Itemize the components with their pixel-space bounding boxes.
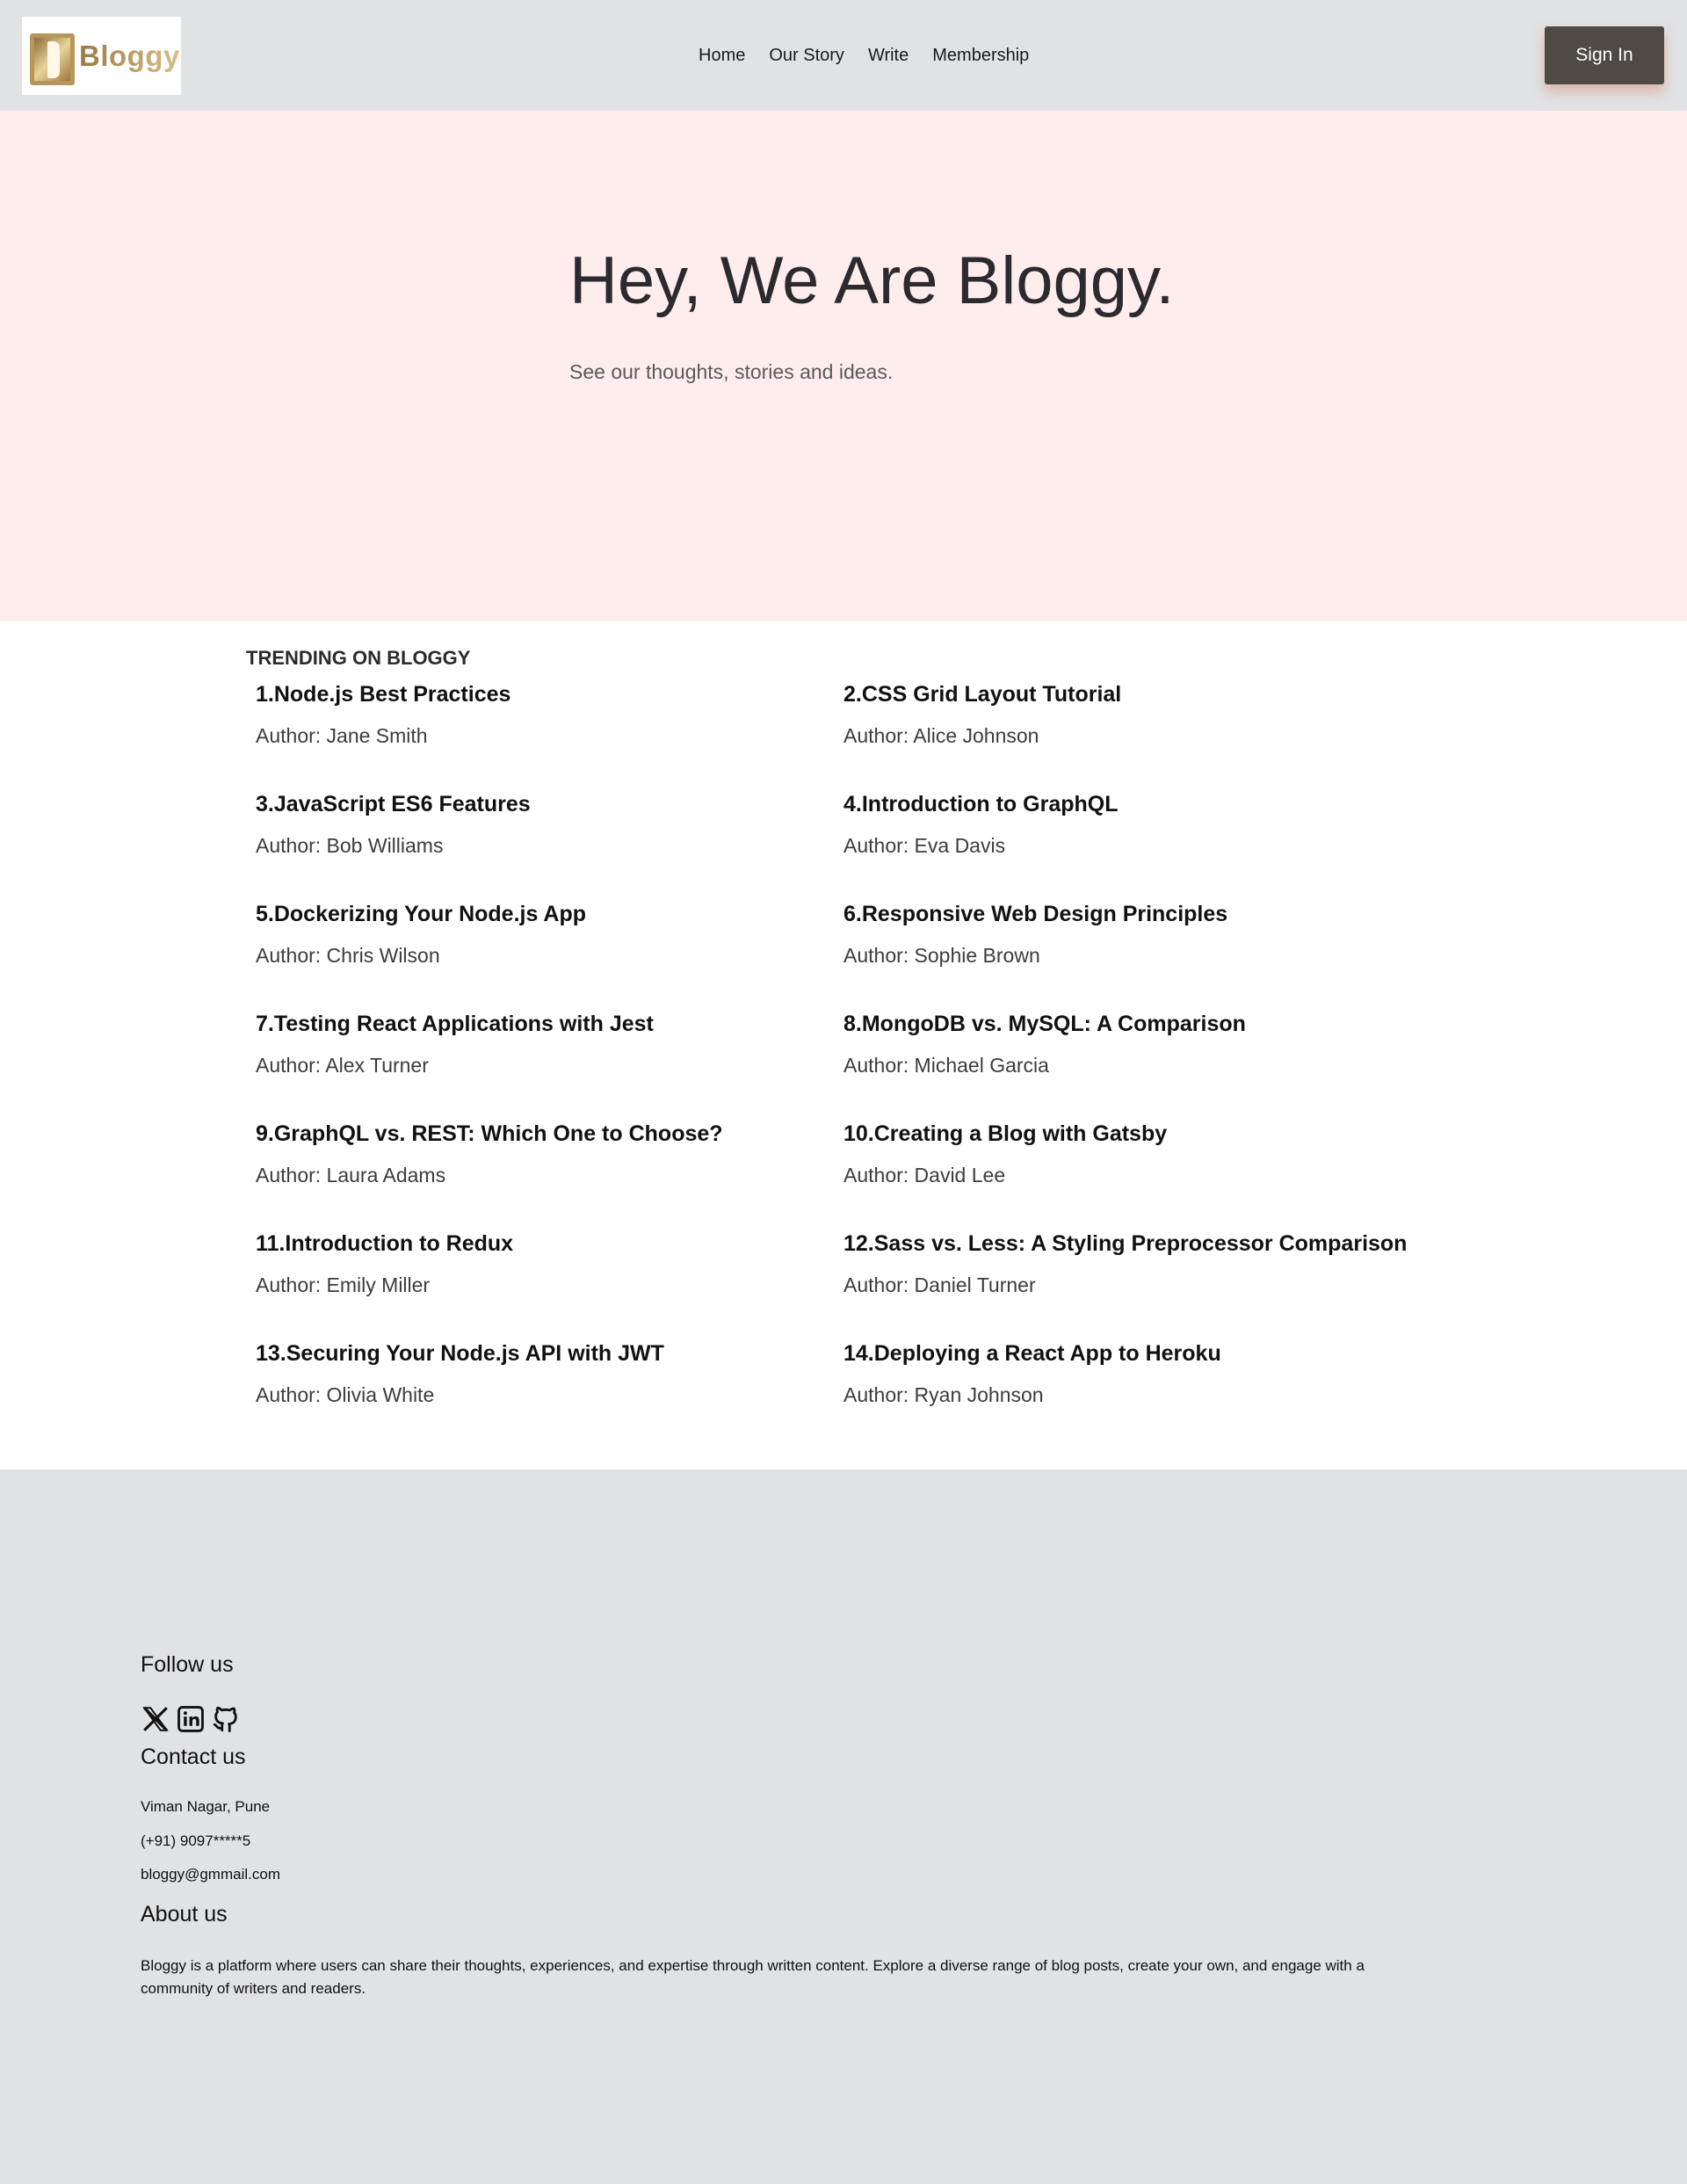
post-title[interactable]: 5.Dockerizing Your Node.js App (256, 902, 818, 927)
social-links (141, 1704, 241, 1734)
post-title[interactable]: 9.GraphQL vs. REST: Which One to Choose? (256, 1121, 818, 1147)
post-item[interactable]: 1.Node.js Best Practices Author: Jane Smi… (256, 682, 818, 747)
x-icon[interactable] (141, 1704, 170, 1734)
post-item[interactable]: 3.JavaScript ES6 Features Author: Bob Wil… (256, 792, 818, 857)
hero-title: Hey, We Are Bloggy. (569, 243, 1175, 318)
post-item[interactable]: 4.Introduction to GraphQL Author: Eva Dav… (844, 792, 1406, 857)
post-item[interactable]: 6.Responsive Web Design Principles Author… (844, 902, 1406, 967)
post-item[interactable]: 7.Testing React Applications with Jest Au… (256, 1012, 818, 1077)
post-author: Author: Emily Miller (256, 1273, 431, 1296)
post-author: Author: Olivia White (256, 1383, 435, 1406)
post-author: Author: Jane Smith (256, 724, 428, 747)
post-title[interactable]: 4.Introduction to GraphQL (844, 792, 1406, 817)
contact-phone: (+91) 9097*****5 (141, 1832, 251, 1849)
post-author: Author: Laura Adams (256, 1164, 446, 1186)
post-title[interactable]: 2.CSS Grid Layout Tutorial (844, 682, 1406, 707)
post-item[interactable]: 10.Creating a Blog with Gatsby Author: Da… (844, 1121, 1406, 1186)
post-author: Author: Daniel Turner (844, 1273, 1036, 1296)
contact-address: Viman Nagar, Pune (141, 1798, 271, 1815)
post-title[interactable]: 12.Sass vs. Less: A Styling Preprocessor… (844, 1231, 1459, 1257)
post-item[interactable]: 2.CSS Grid Layout Tutorial Author: Alice … (844, 682, 1406, 747)
post-item[interactable]: 5.Dockerizing Your Node.js App Author: Ch… (256, 902, 818, 967)
post-author: Author: Eva Davis (844, 834, 1006, 857)
about-heading: About us (141, 1902, 228, 1926)
post-title[interactable]: 1.Node.js Best Practices (256, 682, 818, 707)
post-author: Author: David Lee (844, 1164, 1006, 1186)
post-author: Author: Alice Johnson (844, 724, 1039, 747)
logo[interactable]: Bloggy (22, 17, 181, 95)
post-title[interactable]: 10.Creating a Blog with Gatsby (844, 1121, 1406, 1147)
post-author: Author: Michael Garcia (844, 1054, 1049, 1077)
contact-email[interactable]: bloggy@gmmail.com (141, 1866, 280, 1883)
linkedin-icon[interactable] (176, 1704, 206, 1734)
post-item[interactable]: 13.Securing Your Node.js API with JWT Aut… (256, 1341, 818, 1406)
post-author: Author: Ryan Johnson (844, 1383, 1044, 1406)
hero-subtitle: See our thoughts, stories and ideas. (569, 360, 894, 383)
follow-heading: Follow us (141, 1652, 234, 1677)
post-title[interactable]: 13.Securing Your Node.js API with JWT (256, 1341, 818, 1367)
post-title[interactable]: 8.MongoDB vs. MySQL: A Comparison (844, 1012, 1406, 1037)
post-item[interactable]: 12.Sass vs. Less: A Styling Preprocessor… (844, 1231, 1459, 1296)
about-text: Bloggy is a platform where users can sha… (141, 1957, 1365, 1997)
post-title[interactable]: 3.JavaScript ES6 Features (256, 792, 818, 817)
post-item[interactable]: 8.MongoDB vs. MySQL: A Comparison Author:… (844, 1012, 1406, 1077)
post-title[interactable]: 11.Introduction to Redux (256, 1231, 818, 1257)
contact-heading: Contact us (141, 1745, 246, 1769)
post-author: Author: Bob Williams (256, 834, 444, 857)
hero-section: Hey, We Are Bloggy. See our thoughts, st… (0, 111, 1687, 621)
sign-in-button[interactable]: Sign In (1545, 26, 1664, 84)
post-author: Author: Chris Wilson (256, 944, 440, 967)
nav-write[interactable]: Write (868, 46, 909, 66)
post-title[interactable]: 6.Responsive Web Design Principles (844, 902, 1406, 927)
post-item[interactable]: 14.Deploying a React App to Heroku Author… (844, 1341, 1406, 1406)
github-icon[interactable] (211, 1704, 241, 1734)
post-item[interactable]: 9.GraphQL vs. REST: Which One to Choose?… (256, 1121, 818, 1186)
trending-heading: TRENDING ON BLOGGY (246, 647, 471, 669)
logo-mark-icon (30, 33, 75, 85)
post-author: Author: Alex Turner (256, 1054, 429, 1077)
nav-membership[interactable]: Membership (932, 46, 1029, 66)
site-header: Bloggy Home Our Story Write Membership S… (0, 0, 1687, 111)
nav-home[interactable]: Home (699, 46, 745, 66)
nav-our-story[interactable]: Our Story (769, 46, 844, 66)
post-title[interactable]: 14.Deploying a React App to Heroku (844, 1341, 1406, 1367)
logo-text: Bloggy (79, 40, 180, 72)
post-title[interactable]: 7.Testing React Applications with Jest (256, 1012, 818, 1037)
post-item[interactable]: 11.Introduction to Redux Author: Emily Mi… (256, 1231, 818, 1296)
main-nav: Home Our Story Write Membership (699, 46, 1053, 66)
site-footer: Follow us Contact us Viman Nagar, Pune (… (0, 1469, 1687, 2184)
post-author: Author: Sophie Brown (844, 944, 1040, 967)
